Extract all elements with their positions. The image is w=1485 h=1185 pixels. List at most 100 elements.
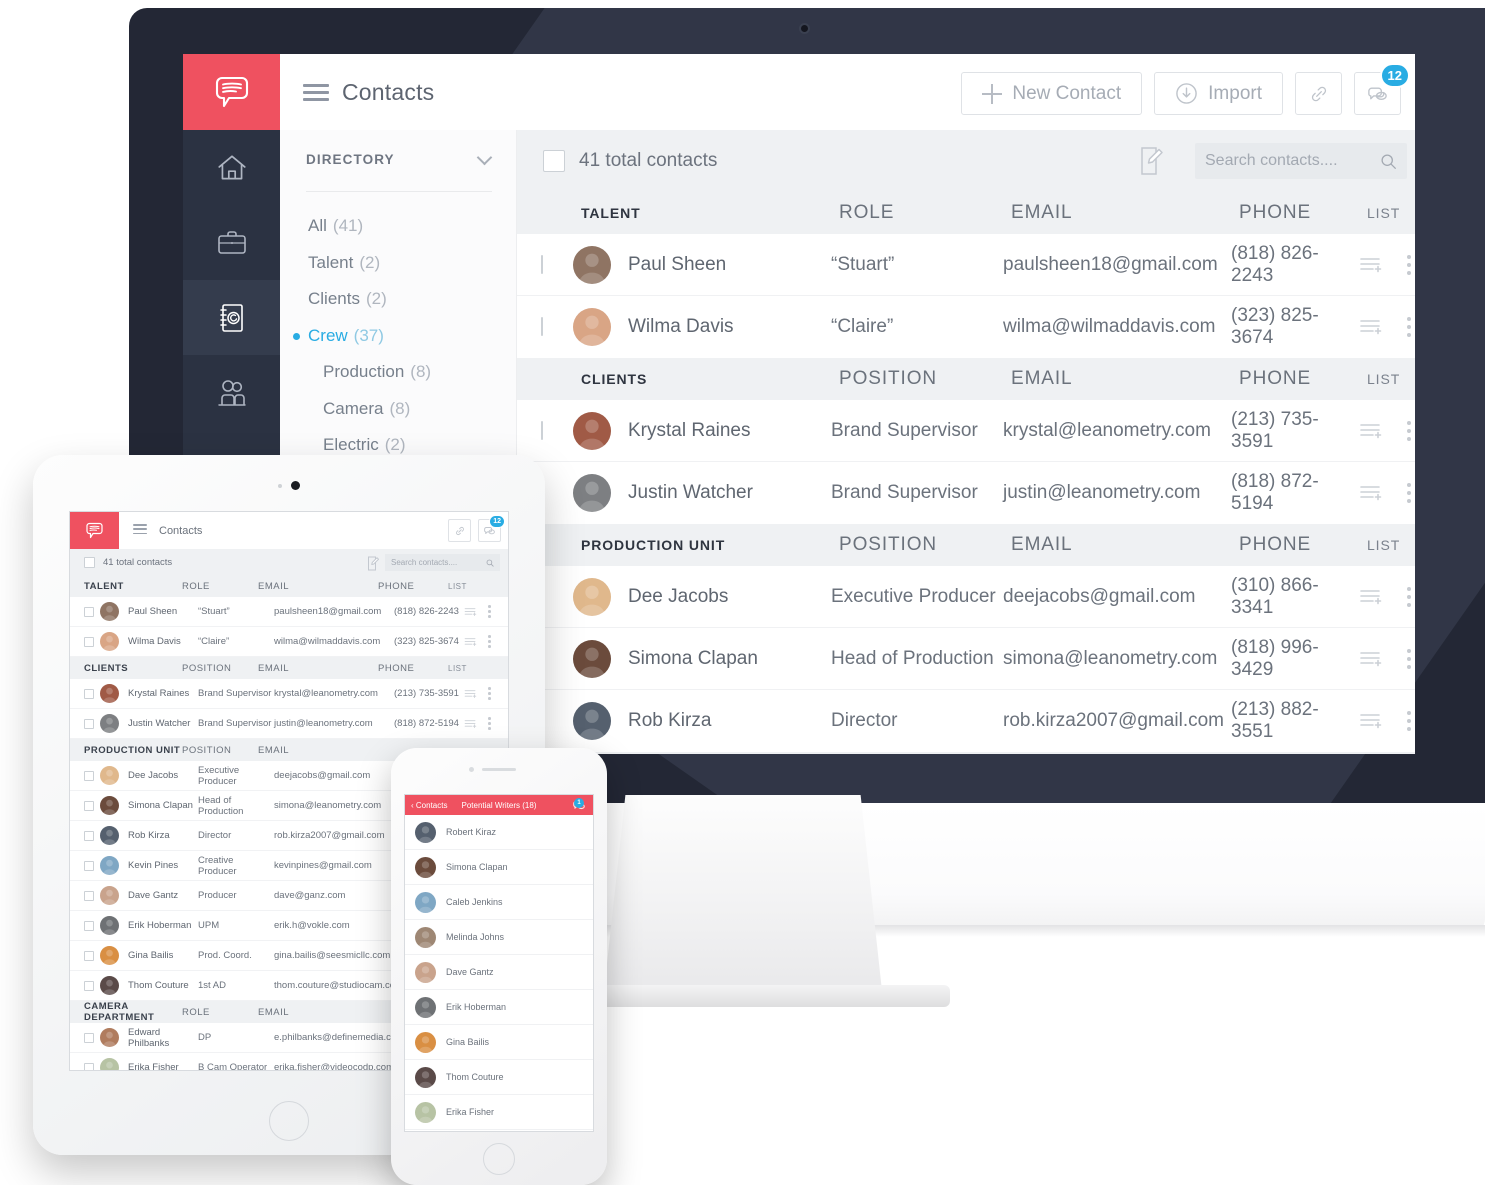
compose-note-icon[interactable] xyxy=(1139,146,1165,176)
sidebar-item-home[interactable] xyxy=(183,130,280,205)
row-checkbox[interactable] xyxy=(541,317,543,336)
tablet-add-to-list-button[interactable] xyxy=(464,719,488,729)
tablet-row-checkbox[interactable] xyxy=(84,920,94,931)
row-menu-button[interactable] xyxy=(1407,420,1415,441)
tablet-table-row[interactable]: Krystal Raines Brand Supervisor krystal@le… xyxy=(70,679,508,709)
phone-list-item[interactable]: Erik Hoberman xyxy=(405,990,593,1025)
more-vertical-icon[interactable] xyxy=(488,687,491,700)
directory-item-production[interactable]: Production (8) xyxy=(280,354,517,391)
select-all-checkbox[interactable] xyxy=(543,150,565,172)
add-to-list-button[interactable] xyxy=(1359,318,1407,336)
phone-home-button[interactable] xyxy=(483,1143,515,1175)
import-button[interactable]: Import xyxy=(1154,72,1283,115)
tablet-row-checkbox[interactable] xyxy=(84,980,94,991)
tablet-row-checkbox[interactable] xyxy=(84,718,94,729)
more-vertical-icon[interactable] xyxy=(1407,711,1411,731)
tablet-row-checkbox[interactable] xyxy=(84,688,94,699)
phone-list-item[interactable]: Melinda Johns xyxy=(405,920,593,955)
tablet-row-checkbox[interactable] xyxy=(84,890,94,901)
tablet-table-row[interactable]: Paul Sheen “Stuart” paulsheen18@gmail.com (… xyxy=(70,597,508,627)
tablet-hamburger-menu-icon[interactable] xyxy=(133,524,147,537)
tablet-app-logo[interactable] xyxy=(70,512,119,549)
sidebar-item-projects[interactable] xyxy=(183,205,280,280)
new-contact-button[interactable]: New Contact xyxy=(961,72,1143,115)
phone-list-item[interactable]: Thom Couture xyxy=(405,1060,593,1095)
tablet-row-checkbox[interactable] xyxy=(84,770,94,781)
tablet-link-button[interactable] xyxy=(448,519,471,542)
table-row[interactable]: Justin Watcher Brand Supervisor justin@lea… xyxy=(517,462,1415,524)
tablet-home-button[interactable] xyxy=(269,1101,309,1141)
tablet-search-input[interactable]: Search contacts.... xyxy=(385,554,500,571)
directory-header[interactable]: DIRECTORY xyxy=(306,152,492,192)
table-row[interactable]: Krystal Raines Brand Supervisor krystal@le… xyxy=(517,400,1415,462)
tablet-add-to-list-button[interactable] xyxy=(464,637,488,647)
table-row[interactable]: Simona Clapan Head of Production simona@le… xyxy=(517,628,1415,690)
row-menu-button[interactable] xyxy=(1407,317,1415,337)
hamburger-menu-icon[interactable] xyxy=(303,84,329,101)
tablet-add-to-list-button[interactable] xyxy=(464,689,488,699)
tablet-table-row[interactable]: Wilma Davis “Claire” wilma@wilmaddavis.com… xyxy=(70,627,508,657)
link-button[interactable] xyxy=(1295,72,1342,115)
directory-item-camera[interactable]: Camera (8) xyxy=(280,391,517,428)
tablet-row-checkbox[interactable] xyxy=(84,606,94,617)
tablet-compose-note-icon[interactable] xyxy=(367,556,380,571)
row-menu-button[interactable] xyxy=(1407,711,1415,731)
tablet-row-menu-button[interactable] xyxy=(488,717,508,730)
chevron-down-icon[interactable] xyxy=(479,152,492,160)
row-menu-button[interactable] xyxy=(1407,586,1415,607)
row-menu-button[interactable] xyxy=(1407,483,1415,503)
phone-messages-button[interactable]: 1 xyxy=(572,798,586,812)
more-vertical-icon[interactable] xyxy=(1407,254,1411,275)
more-vertical-icon[interactable] xyxy=(488,605,491,618)
table-row[interactable]: Rob Kirza Director rob.kirza2007@gmail.com… xyxy=(517,690,1415,752)
directory-item-crew[interactable]: Crew (37) xyxy=(280,318,517,355)
tablet-row-checkbox[interactable] xyxy=(84,1062,94,1070)
tablet-row-checkbox[interactable] xyxy=(84,636,94,647)
directory-item-talent[interactable]: Talent (2) xyxy=(280,245,517,282)
table-row[interactable]: Paul Sheen “Stuart” paulsheen18@gmail.com (… xyxy=(517,234,1415,296)
tablet-row-checkbox[interactable] xyxy=(84,860,94,871)
phone-list-item[interactable]: Dave Gantz xyxy=(405,955,593,990)
add-to-list-button[interactable] xyxy=(1359,588,1407,606)
sidebar-item-contacts[interactable] xyxy=(183,280,280,355)
more-vertical-icon[interactable] xyxy=(1407,586,1411,607)
row-checkbox[interactable] xyxy=(541,254,543,274)
phone-list-item[interactable]: Erika Fisher xyxy=(405,1095,593,1130)
tablet-messages-button[interactable]: 12 xyxy=(478,515,505,542)
tablet-row-menu-button[interactable] xyxy=(488,687,508,700)
tablet-row-checkbox[interactable] xyxy=(84,950,94,961)
messages-button[interactable]: 12 xyxy=(1354,63,1410,115)
more-vertical-icon[interactable] xyxy=(1407,648,1411,669)
more-vertical-icon[interactable] xyxy=(488,635,491,648)
tablet-row-checkbox[interactable] xyxy=(84,800,94,811)
more-vertical-icon[interactable] xyxy=(1407,420,1411,441)
directory-item-all[interactable]: All (41) xyxy=(280,208,517,245)
phone-list-item[interactable]: Simona Clapan xyxy=(405,850,593,885)
phone-list-item[interactable]: Robert Kiraz xyxy=(405,815,593,850)
add-to-list-button[interactable] xyxy=(1359,650,1407,668)
add-to-list-button[interactable] xyxy=(1359,256,1407,274)
tablet-row-menu-button[interactable] xyxy=(488,605,508,618)
phone-list-item[interactable]: Gina Bailis xyxy=(405,1025,593,1060)
app-logo[interactable] xyxy=(183,54,280,130)
row-menu-button[interactable] xyxy=(1407,254,1415,275)
sidebar-item-team[interactable] xyxy=(183,355,280,430)
add-to-list-button[interactable] xyxy=(1359,712,1407,730)
more-vertical-icon[interactable] xyxy=(488,717,491,730)
add-to-list-button[interactable] xyxy=(1359,484,1407,502)
phone-list-item[interactable]: Caleb Jenkins xyxy=(405,885,593,920)
search-input[interactable]: Search contacts.... xyxy=(1195,143,1407,179)
tablet-select-all-checkbox[interactable] xyxy=(84,556,95,568)
tablet-add-to-list-button[interactable] xyxy=(464,607,488,617)
tablet-row-checkbox[interactable] xyxy=(84,830,94,841)
tablet-row-menu-button[interactable] xyxy=(488,635,508,648)
directory-item-clients[interactable]: Clients (2) xyxy=(280,281,517,318)
row-menu-button[interactable] xyxy=(1407,648,1415,669)
row-checkbox[interactable] xyxy=(541,420,543,440)
table-row[interactable]: Wilma Davis “Claire” wilma@wilmaddavis.com… xyxy=(517,296,1415,358)
more-vertical-icon[interactable] xyxy=(1407,317,1411,337)
more-vertical-icon[interactable] xyxy=(1407,483,1411,503)
table-row[interactable]: Dee Jacobs Executive Producer deejacobs@gm… xyxy=(517,566,1415,628)
tablet-row-checkbox[interactable] xyxy=(84,1032,94,1043)
tablet-table-row[interactable]: Justin Watcher Brand Supervisor justin@lea… xyxy=(70,709,508,739)
